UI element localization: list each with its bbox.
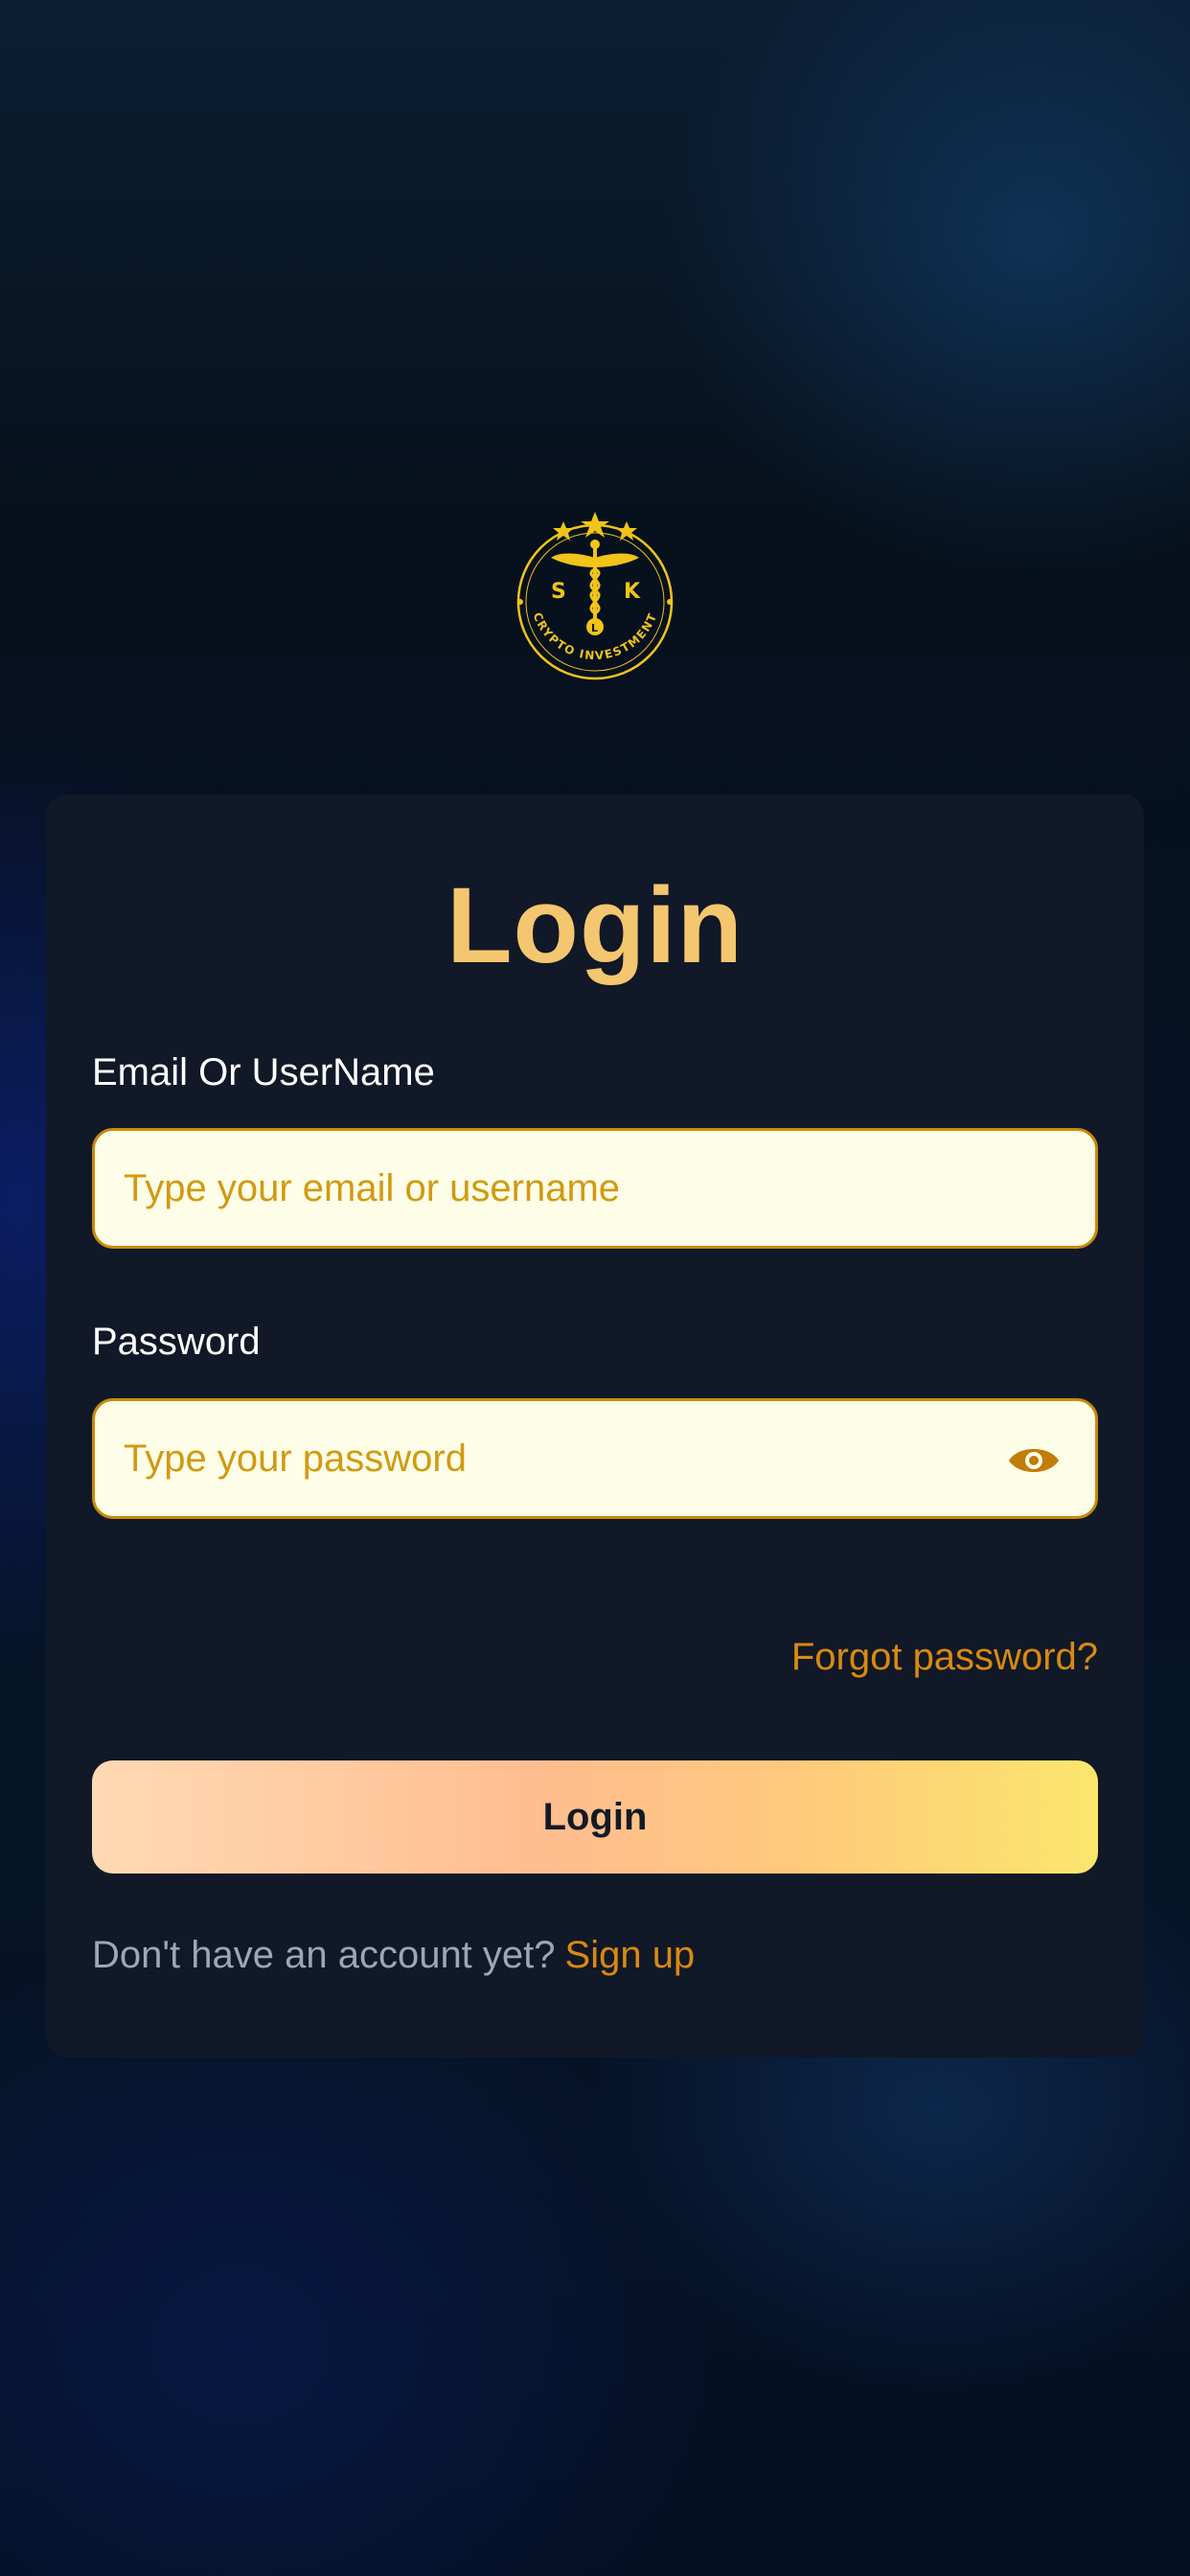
logo-initial-left: S	[551, 580, 566, 604]
brand-logo: S K L CRYPTO INVESTMENT	[516, 512, 674, 680]
password-field-container	[92, 1398, 1098, 1519]
email-input[interactable]	[95, 1131, 1095, 1246]
email-label: Email Or UserName	[92, 1051, 435, 1093]
logo-initial-right: K	[624, 580, 641, 604]
signup-prompt: Don't have an account yet?	[92, 1934, 556, 1976]
signup-link[interactable]: Sign up	[565, 1934, 696, 1976]
login-card: Login Email Or UserName Password Forgot …	[46, 794, 1144, 2058]
signup-row: Don't have an account yet? Sign up	[92, 1934, 695, 1977]
eye-icon[interactable]	[1007, 1439, 1061, 1482]
login-button[interactable]: Login	[92, 1760, 1098, 1874]
email-field-container	[92, 1128, 1098, 1249]
page-title: Login	[446, 865, 744, 985]
logo-initial-center: L	[591, 622, 598, 634]
forgot-password-link[interactable]: Forgot password?	[791, 1636, 1098, 1679]
password-label: Password	[92, 1321, 261, 1363]
password-input[interactable]	[95, 1401, 1095, 1516]
